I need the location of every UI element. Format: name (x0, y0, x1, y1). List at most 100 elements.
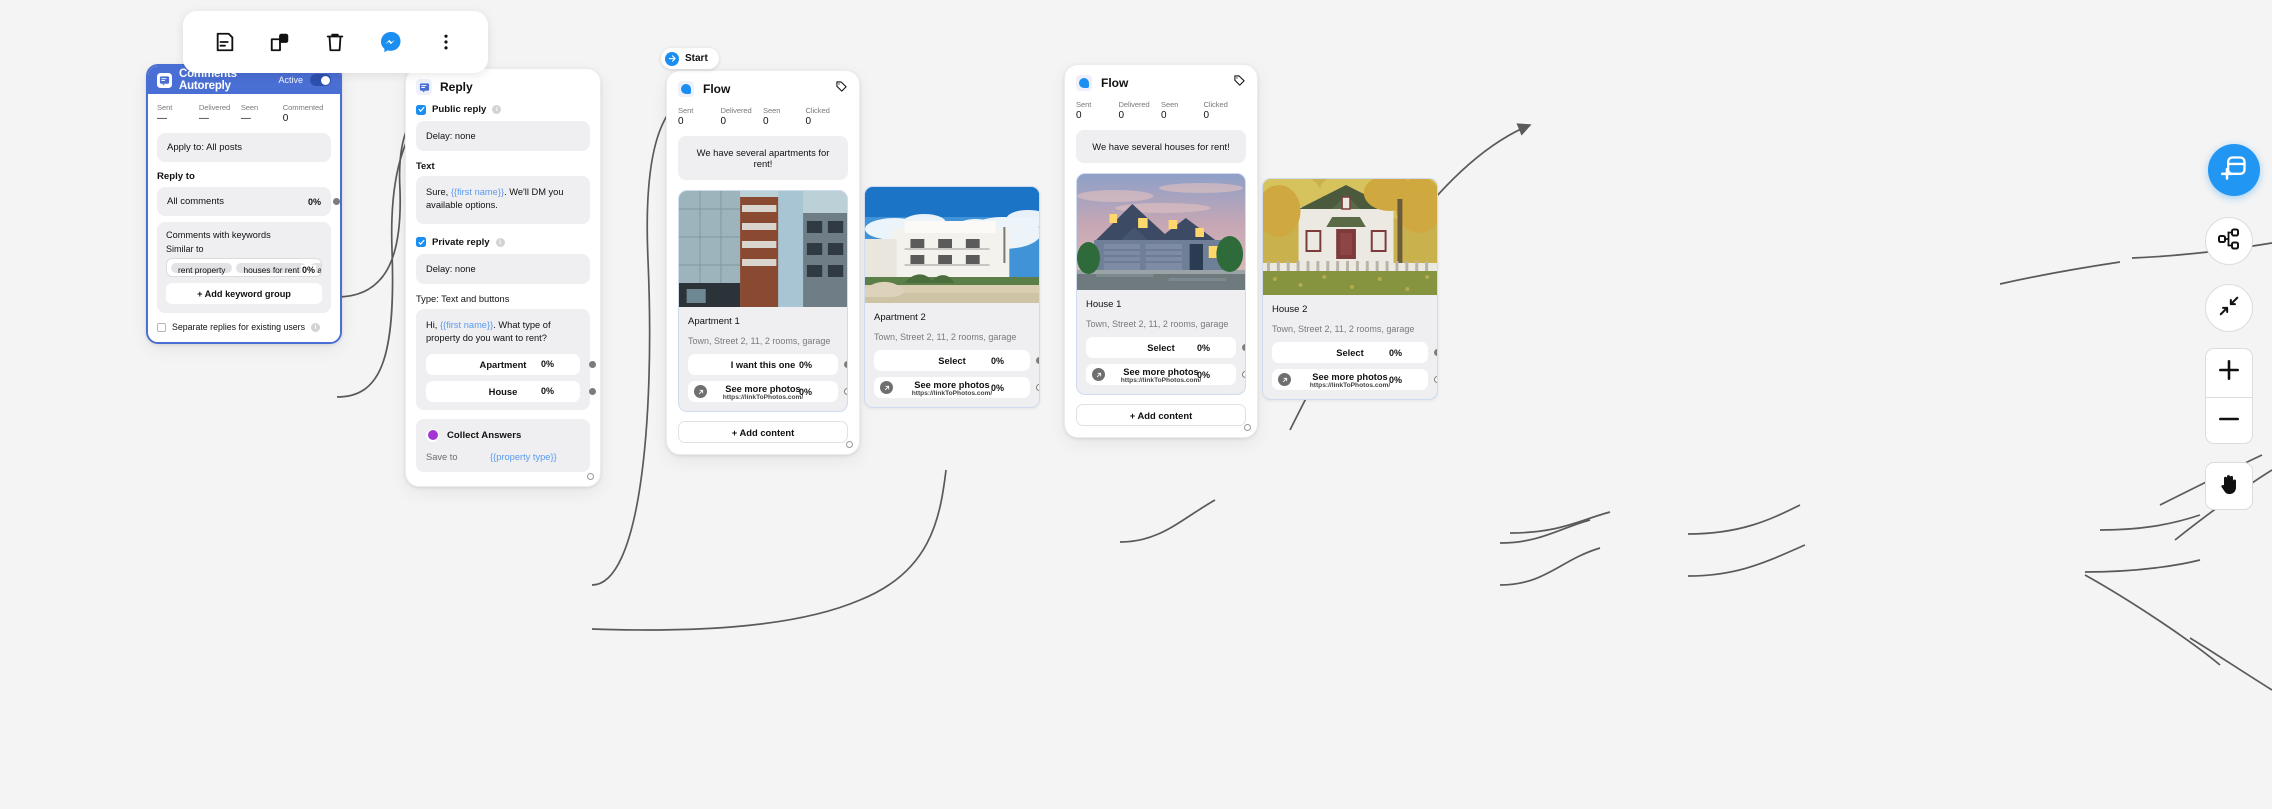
apply-to-row[interactable]: Apply to: All posts (157, 133, 331, 162)
output-handle[interactable] (589, 360, 596, 368)
tree-layout-button[interactable] (2205, 217, 2253, 265)
autoreply-stats: Sent — Delivered — Seen — Commented 0 (157, 103, 331, 124)
start-label: Start (685, 53, 708, 64)
zoom-controls[interactable] (2205, 348, 2253, 444)
fit-to-screen-icon (2218, 295, 2240, 322)
all-comments-row[interactable]: All comments 0% (157, 187, 340, 216)
product-button-link[interactable]: See more photos https://linkToPhotos.com… (1272, 369, 1437, 390)
stat-value: 0 (1076, 110, 1082, 121)
tag-icon[interactable] (1233, 74, 1246, 92)
message-variable: {{first name}} (439, 319, 494, 330)
button-url: https://linkToPhotos.com/ (911, 389, 993, 397)
product-name: Apartment 2 (874, 312, 926, 323)
output-handle[interactable] (1242, 371, 1245, 378)
autoreply-active-toggle[interactable] (310, 74, 331, 86)
output-handle[interactable] (844, 388, 847, 395)
product-button-link[interactable]: See more photos https://linkToPhotos.com… (874, 377, 1039, 398)
save-to-row[interactable]: Save to {{property type}} (426, 452, 580, 462)
separate-replies-checkbox[interactable] (157, 322, 166, 332)
separate-replies-row[interactable]: Separate replies for existing users i (157, 322, 331, 332)
private-delay-row[interactable]: Delay: none (416, 253, 590, 284)
tag-icon[interactable] (835, 80, 848, 98)
output-handle[interactable] (844, 361, 847, 368)
flow-header: Flow (678, 80, 848, 98)
notes-icon[interactable] (205, 22, 245, 62)
product-description: Town, Street 2, 11, 2 rooms, garage (1272, 324, 1415, 334)
info-icon[interactable]: i (492, 105, 502, 114)
keyword-input[interactable]: rent property houses for rent a (166, 258, 322, 277)
messenger-icon[interactable] (371, 22, 411, 62)
add-keyword-group-button[interactable]: + Add keyword group (166, 283, 322, 304)
stat-label: Clicked (1203, 100, 1228, 109)
trash-icon[interactable] (315, 22, 355, 62)
collect-answers-block[interactable]: Collect Answers Save to {{property type}… (416, 418, 590, 472)
output-handle[interactable] (1036, 357, 1039, 364)
node-resize-handle[interactable] (1244, 424, 1251, 431)
output-handle[interactable] (333, 198, 340, 205)
product-name: Apartment 1 (688, 316, 740, 327)
keyword-chip[interactable]: houses for rent (236, 262, 307, 275)
keyword-group-block[interactable]: Comments with keywords Similar to rent p… (157, 222, 331, 313)
product-card-house-1[interactable]: House 1 Town, Street 2, 11, 2 rooms, gar… (1076, 173, 1246, 395)
product-button-primary[interactable]: Select 0% (1272, 342, 1437, 363)
product-button-primary[interactable]: I want this one 0% (688, 354, 847, 375)
node-resize-handle[interactable] (587, 472, 594, 480)
stat-seen: Seen 0 (1161, 100, 1204, 121)
pan-tool-button[interactable] (2205, 462, 2253, 510)
product-button-primary[interactable]: Select 0% (1086, 337, 1245, 358)
product-card-apartment-1[interactable]: Apartment 1 Town, Street 2, 11, 2 rooms,… (678, 190, 848, 412)
node-resize-handle[interactable] (846, 441, 853, 448)
zoom-in-button[interactable] (2206, 349, 2252, 397)
comments-autoreply-node[interactable]: Comments Autoreply Active Sent — Deliver… (146, 64, 342, 344)
add-content-button[interactable]: + Add content (678, 421, 848, 443)
public-reply-checkbox[interactable] (416, 104, 426, 115)
public-reply-header[interactable]: Public reply i (416, 104, 590, 115)
add-content-button[interactable]: + Add content (1076, 404, 1246, 426)
collect-answers-header: Collect Answers (426, 428, 580, 442)
product-button-link[interactable]: See more photos https://linkToPhotos.com… (1086, 364, 1245, 385)
output-handle[interactable] (589, 387, 596, 395)
quick-reply-apartment[interactable]: Apartment 0% (426, 353, 596, 375)
add-block-button[interactable] (2208, 144, 2260, 196)
product-card-apartment-2[interactable]: Apartment 2 Town, Street 2, 11, 2 rooms,… (864, 186, 1040, 408)
private-message-block[interactable]: Hi, {{first name}}. What type of propert… (416, 308, 596, 410)
flow-intro-message[interactable]: We have several apartments for rent! (678, 136, 848, 180)
info-icon[interactable]: i (495, 237, 505, 247)
product-button-primary[interactable]: Select 0% (874, 350, 1039, 371)
button-pct: 0% (540, 358, 554, 369)
keyword-chip[interactable]: rent property (171, 262, 233, 275)
flow-apartments-node[interactable]: Flow Sent 0 Delivered 0 Seen 0 Clicked 0 (666, 70, 860, 455)
reply-node[interactable]: Reply Public reply i Delay: none Text Su… (405, 68, 601, 487)
output-handle[interactable] (1242, 344, 1245, 351)
public-text-label: Text (416, 160, 435, 171)
product-button-link[interactable]: See more photos https://linkToPhotos.com… (688, 381, 847, 402)
private-reply-header[interactable]: Private reply i (416, 237, 590, 248)
output-handle[interactable] (1036, 384, 1039, 391)
stat-value: 0 (763, 116, 769, 127)
product-card-house-2[interactable]: House 2 Town, Street 2, 11, 2 rooms, gar… (1262, 178, 1438, 400)
button-pct: 0% (990, 355, 1004, 366)
public-delay-row[interactable]: Delay: none (416, 121, 590, 151)
flow-houses-node[interactable]: Flow Sent 0 Delivered 0 Seen 0 Clicked 0 (1064, 64, 1258, 438)
public-message[interactable]: Sure, {{first name}}. We'll DM you avail… (416, 176, 590, 224)
zoom-out-button[interactable] (2206, 398, 2252, 446)
output-handle[interactable] (1434, 349, 1437, 356)
output-handle[interactable] (340, 269, 342, 276)
node-action-toolbar[interactable] (183, 11, 488, 73)
reply-title: Reply (440, 80, 473, 94)
duplicate-icon[interactable] (260, 22, 300, 62)
output-handle[interactable] (1434, 376, 1437, 383)
flow-canvas[interactable]: Comments Autoreply Active Sent — Deliver… (0, 0, 2272, 809)
private-reply-checkbox[interactable] (416, 237, 426, 248)
fit-to-screen-button[interactable] (2205, 284, 2253, 332)
flow-intro-message[interactable]: We have several houses for rent! (1076, 130, 1246, 163)
collect-answers-icon (426, 428, 439, 442)
button-label: See more photos (1312, 371, 1388, 382)
more-vertical-icon[interactable] (426, 22, 466, 62)
start-badge[interactable]: Start (661, 48, 719, 69)
stat-value: 0 (720, 116, 727, 127)
info-icon[interactable]: i (311, 322, 320, 332)
separate-replies-label: Separate replies for existing users (172, 322, 305, 332)
flow-title: Flow (703, 82, 731, 96)
quick-reply-house[interactable]: House 0% (426, 380, 596, 402)
